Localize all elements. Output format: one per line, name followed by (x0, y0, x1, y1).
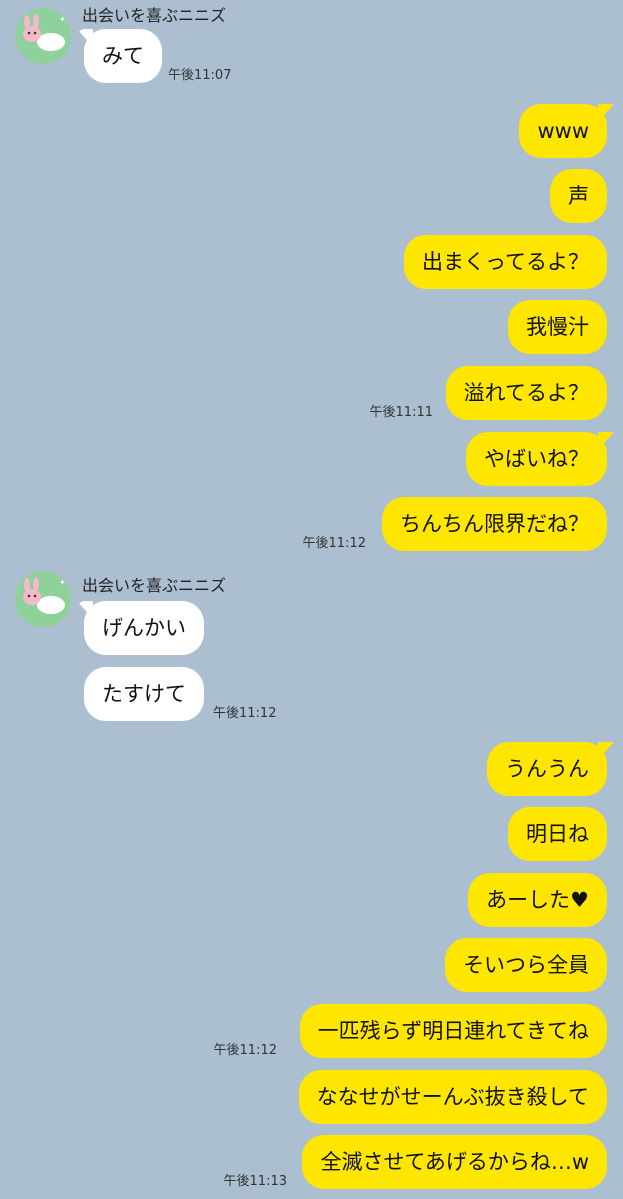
outgoing-message[interactable]: うんうん (487, 742, 607, 796)
outgoing-message[interactable]: ななせがせーんぶ抜き殺して (298, 1070, 607, 1124)
message-row: 出まくってるよ？ (0, 235, 623, 289)
timestamp: 午後11:12 (213, 1043, 277, 1058)
message-row: 全滅させてあげるからね…w 午後11:13 (0, 1135, 623, 1189)
message-row: ちんちん限界だね？ 午後11:12 (0, 497, 623, 551)
sender-name: 出会いを喜ぶニニズ (82, 6, 227, 25)
incoming-message[interactable]: たすけて (84, 667, 204, 721)
outgoing-message[interactable]: そいつら全員 (445, 938, 607, 992)
message-row: げんかい (0, 601, 623, 655)
outgoing-message[interactable]: 出まくってるよ？ (404, 235, 607, 289)
message-row: ななせがせーんぶ抜き殺して (0, 1070, 623, 1124)
timestamp: 午後11:13 (223, 1174, 287, 1189)
timestamp: 午後11:12 (213, 706, 277, 721)
outgoing-message[interactable]: 一匹残らず明日連れてきてね (299, 1004, 607, 1058)
outgoing-message[interactable]: ちんちん限界だね？ (382, 497, 607, 551)
message-row: そいつら全員 (0, 938, 623, 992)
message-row: 一匹残らず明日連れてきてね 午後11:12 (0, 1004, 623, 1058)
timestamp: 午後11:11 (369, 405, 433, 420)
message-row: たすけて 午後11:12 (0, 667, 623, 721)
message-row: やばいね？ (0, 432, 623, 486)
chat-area[interactable]: ✦ 出会いを喜ぶニニズ みて 午後11:07 www 声 出まくってるよ？ 我慢… (0, 0, 623, 1199)
message-row: 声 (0, 169, 623, 223)
outgoing-message[interactable]: 声 (550, 169, 607, 223)
message-row: みて 午後11:07 (0, 29, 623, 83)
outgoing-message[interactable]: やばいね？ (466, 432, 607, 486)
sender-name: 出会いを喜ぶニニズ (82, 576, 227, 595)
message-row: あーした♥ (0, 873, 623, 927)
outgoing-message[interactable]: www (519, 104, 607, 158)
incoming-message[interactable]: げんかい (84, 601, 204, 655)
message-row: www (0, 104, 623, 158)
outgoing-message[interactable]: 明日ね (508, 807, 607, 861)
timestamp: 午後11:12 (302, 536, 366, 551)
message-row: 溢れてるよ？ 午後11:11 (0, 366, 623, 420)
timestamp: 午後11:07 (168, 68, 232, 83)
incoming-message[interactable]: みて (84, 29, 162, 83)
message-row: 我慢汁 (0, 300, 623, 354)
outgoing-message[interactable]: 溢れてるよ？ (445, 366, 607, 420)
message-row: 明日ね (0, 807, 623, 861)
svg-text:✦: ✦ (59, 578, 66, 587)
message-row: うんうん (0, 742, 623, 796)
svg-text:✦: ✦ (59, 15, 66, 24)
outgoing-message[interactable]: 我慢汁 (508, 300, 607, 354)
outgoing-message[interactable]: 全滅させてあげるからね…w (302, 1135, 607, 1189)
outgoing-message[interactable]: あーした♥ (468, 873, 607, 927)
